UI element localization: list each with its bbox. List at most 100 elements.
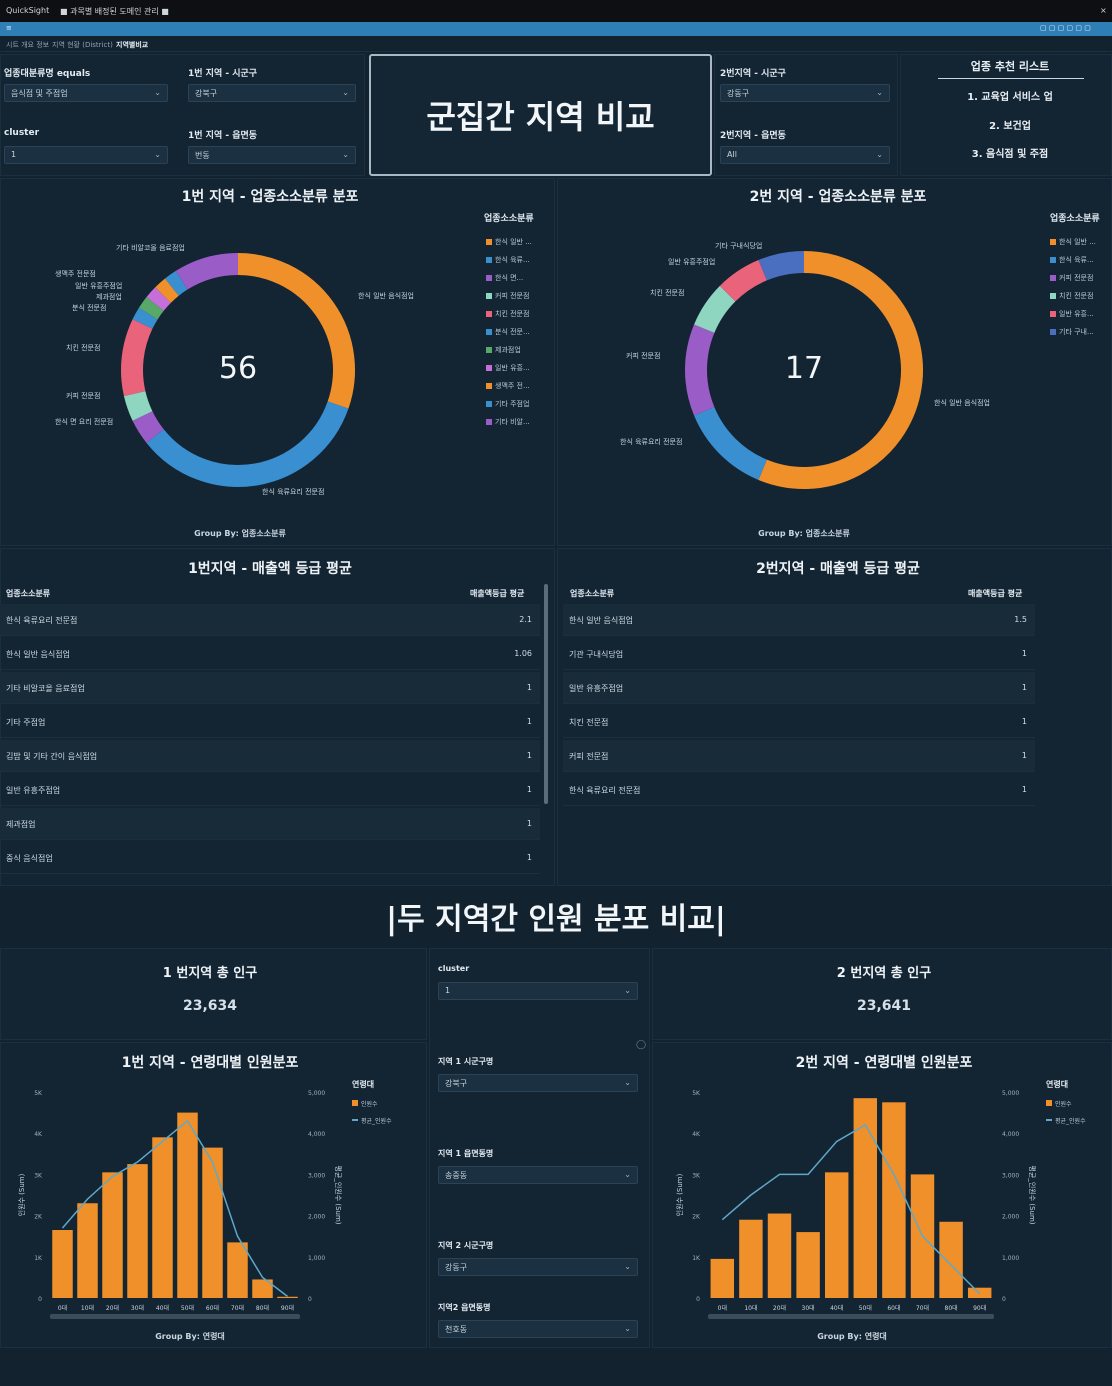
table-row[interactable]: 한식 일반 음식점업 1.5 — [563, 604, 1035, 636]
donut1-center-value: 56 — [218, 351, 258, 386]
sheet-tab-1[interactable]: 시트 개요 정보 — [6, 40, 49, 50]
legend-label[interactable]: 인원수 — [1055, 1100, 1072, 1108]
legend-item[interactable]: 일반 유흥... — [486, 363, 530, 373]
region1-dong-select[interactable]: 번동 ⌄ — [188, 146, 356, 164]
donut-slice[interactable] — [758, 251, 805, 281]
x-scrollbar[interactable] — [50, 1314, 300, 1319]
bar[interactable] — [767, 1213, 792, 1298]
region1-district-select[interactable]: 강북구 ⌄ — [188, 84, 356, 102]
legend-item[interactable]: 기타 구내... — [1050, 327, 1094, 337]
bar[interactable] — [77, 1203, 98, 1298]
bar[interactable] — [152, 1137, 173, 1298]
legend-item[interactable]: 기타 비알... — [486, 417, 530, 427]
cluster-select-2[interactable]: 1 ⌄ — [438, 982, 638, 1000]
donut-slice[interactable] — [146, 287, 171, 311]
legend-item[interactable]: 분식 전문... — [486, 327, 530, 337]
table-row[interactable]: 기관 구내식당업 1 — [563, 638, 1035, 670]
x-scrollbar[interactable] — [708, 1314, 994, 1319]
bar[interactable] — [227, 1242, 248, 1298]
bar[interactable] — [796, 1232, 820, 1298]
table1-col-header[interactable]: 업종소소분류 — [6, 588, 50, 599]
region2-dong-select[interactable]: All ⌄ — [720, 146, 890, 164]
bar[interactable] — [102, 1172, 123, 1298]
table-row[interactable]: 한식 육류요리 전문점 1 — [563, 774, 1035, 806]
table1-scrollbar[interactable] — [544, 584, 548, 804]
cell-value: 1 — [526, 683, 532, 692]
menu-icon[interactable]: ≡ — [6, 24, 12, 32]
legend-item[interactable]: 한식 육류... — [1050, 255, 1094, 265]
legend-label[interactable]: 평균_인원수 — [1055, 1117, 1086, 1125]
donut1-callout: 일반 유흥주점업 — [75, 282, 123, 290]
bar[interactable] — [853, 1098, 878, 1298]
legend-label: 일반 유흥... — [495, 364, 530, 372]
legend-item[interactable]: 일반 유흥... — [1050, 309, 1094, 319]
legend-item[interactable]: 커피 전문점 — [486, 291, 529, 301]
bar[interactable] — [202, 1147, 223, 1298]
table2-col-header[interactable]: 매출액등급 평균 — [968, 588, 1022, 599]
donut-slice[interactable] — [132, 307, 158, 329]
bar[interactable] — [710, 1258, 735, 1298]
donut-slice[interactable] — [694, 285, 736, 334]
legend-item[interactable]: 치킨 전문점 — [1050, 291, 1093, 301]
table-row[interactable]: 김밥 및 기타 간이 음식점업 1 — [0, 740, 540, 772]
table-row[interactable]: 중식 음식점업 1 — [0, 842, 540, 874]
donut-slice[interactable] — [132, 410, 164, 443]
table-row[interactable]: 커피 전문점 1 — [563, 740, 1035, 772]
x-tick-label: 50대 — [859, 1304, 872, 1312]
legend-item[interactable]: 기타 주점업 — [486, 399, 529, 409]
legend-label[interactable]: 평균_인원수 — [361, 1117, 392, 1125]
donut-slice[interactable] — [694, 406, 768, 480]
legend-item[interactable]: 한식 면... — [486, 273, 523, 283]
table-row[interactable]: 한식 일반 음식점업 1.06 — [0, 638, 540, 670]
legend-item[interactable]: 한식 육류... — [486, 255, 530, 265]
sheet-tab-2[interactable]: 지역 현황 (District) — [52, 40, 113, 50]
bar[interactable] — [824, 1172, 849, 1298]
table-row[interactable]: 제과점업 1 — [0, 808, 540, 840]
donut-slice[interactable] — [685, 324, 715, 416]
table1-title: 1번지역 - 매출액 등급 평균 — [188, 561, 352, 577]
table2-col-header[interactable]: 업종소소분류 — [570, 588, 614, 599]
y2-tick-label: 2,000 — [308, 1214, 325, 1221]
legend-item[interactable]: 한식 일반 ... — [486, 237, 532, 247]
bar[interactable] — [52, 1230, 73, 1298]
bar[interactable] — [939, 1221, 963, 1298]
donut-slice[interactable] — [138, 297, 164, 320]
legend-swatch — [1046, 1119, 1052, 1121]
donut-slice[interactable] — [146, 401, 349, 487]
table-row[interactable]: 일반 유흥주점업 1 — [0, 774, 540, 806]
x-tick-label: 10대 — [744, 1304, 757, 1312]
bar[interactable] — [882, 1102, 906, 1298]
table-row[interactable]: 일반 유흥주점업 1 — [563, 672, 1035, 704]
table-row[interactable]: 치킨 전문점 1 — [563, 706, 1035, 738]
bar[interactable] — [277, 1296, 298, 1298]
bar[interactable] — [739, 1219, 763, 1298]
legend-item[interactable]: 치킨 전문점 — [486, 309, 529, 319]
legend-item[interactable]: 생맥주 전... — [486, 381, 530, 391]
legend-item[interactable]: 제과점업 — [486, 345, 521, 355]
legend-swatch — [486, 311, 492, 317]
legend-item[interactable]: 한식 일반 ... — [1050, 237, 1096, 247]
table-row[interactable]: 기타 주점업 1 — [0, 706, 540, 738]
bar[interactable] — [127, 1164, 148, 1298]
kpi2-value: 23,641 — [856, 998, 912, 1014]
legend-label[interactable]: 인원수 — [361, 1100, 378, 1108]
table1-col-header[interactable]: 매출액등급 평균 — [470, 588, 524, 599]
table-row[interactable]: 한식 육류요리 전문점 2.1 — [0, 604, 540, 636]
donut-slice[interactable] — [121, 319, 153, 397]
table-row[interactable]: 기타 비알코올 음료점업 1 — [0, 672, 540, 704]
industry-select[interactable]: 음식점 및 주점업 ⌄ — [4, 84, 168, 102]
bar[interactable] — [177, 1112, 198, 1298]
close-icon[interactable]: × — [1100, 6, 1107, 15]
donut-slice[interactable] — [165, 270, 188, 296]
region2-district-select[interactable]: 강동구 ⌄ — [720, 84, 890, 102]
sheet-tab-3[interactable]: 지역별비교 — [116, 40, 148, 50]
toolbar-icons[interactable]: ▢ ▢ ▢ ▢ ▢ ▢ — [1040, 24, 1091, 32]
donut-slice[interactable] — [123, 390, 153, 421]
cluster-select[interactable]: 1 ⌄ — [4, 146, 168, 164]
legend-item[interactable]: 커피 전문점 — [1050, 273, 1093, 283]
donut-slice[interactable] — [175, 253, 239, 290]
donut-slice[interactable] — [719, 260, 768, 302]
browser-tab[interactable]: ■ 과목별 배정된 도메인 관리 ■ — [60, 6, 169, 17]
donut-slice[interactable] — [155, 278, 179, 303]
legend-label: 커피 전문점 — [1059, 274, 1094, 282]
